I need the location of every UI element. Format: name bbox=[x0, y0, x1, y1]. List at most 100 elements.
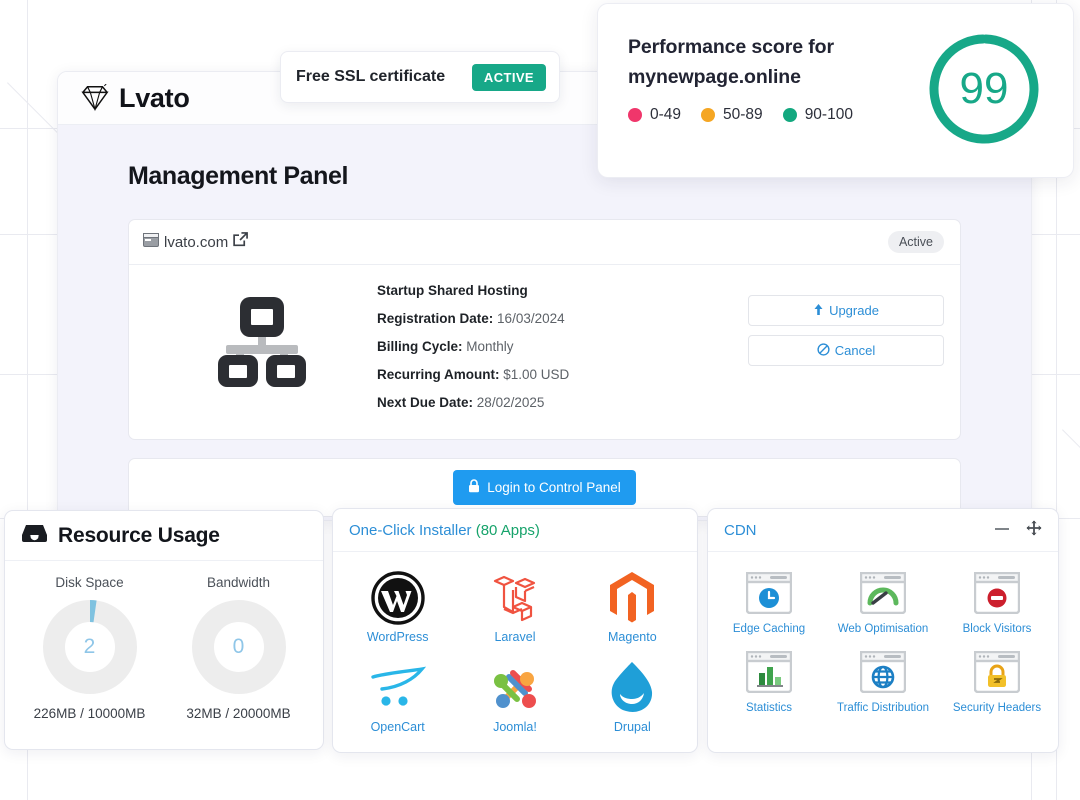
cdn-label: Edge Caching bbox=[732, 623, 806, 635]
inbox-icon bbox=[21, 522, 48, 549]
grid-diagonal bbox=[1062, 429, 1080, 522]
app-label: WordPress bbox=[366, 630, 429, 644]
resource-usage-title: Resource Usage bbox=[58, 523, 220, 547]
legend-item-90-100: 90-100 bbox=[782, 106, 853, 124]
lock-icon bbox=[468, 479, 480, 496]
app-laravel[interactable]: Laravel bbox=[456, 562, 573, 650]
external-link-icon[interactable] bbox=[233, 232, 249, 252]
domain-link[interactable]: lvato.com bbox=[143, 232, 249, 252]
detail-next-due-date: Next Due Date: 28/02/2025 bbox=[377, 395, 748, 410]
arrow-up-icon bbox=[813, 303, 824, 319]
bar-chart-icon bbox=[712, 647, 826, 697]
installer-header: One-Click Installer (80 Apps) bbox=[333, 509, 697, 552]
metric-detail: 32MB / 20000MB bbox=[186, 706, 291, 721]
hosting-actions: Upgrade Cancel bbox=[748, 279, 944, 366]
performance-score-card: Performance score for mynewpage.online 0… bbox=[597, 3, 1074, 178]
app-label: Magento bbox=[608, 630, 657, 644]
cdn-label: Web Optimisation bbox=[837, 623, 929, 635]
legend-label: 50-89 bbox=[723, 106, 763, 124]
app-drupal[interactable]: Drupal bbox=[574, 652, 691, 740]
app-opencart[interactable]: OpenCart bbox=[339, 652, 456, 740]
magento-icon bbox=[574, 570, 691, 626]
installer-title: One-Click Installer bbox=[349, 521, 472, 539]
metric-bandwidth: Bandwidth 0 32MB / 20000MB bbox=[164, 575, 313, 721]
plan-name: Startup Shared Hosting bbox=[377, 283, 528, 298]
cdn-label: Traffic Distribution bbox=[836, 702, 930, 714]
ssl-label: Free SSL certificate bbox=[296, 68, 446, 85]
legend-dot-green bbox=[782, 108, 797, 123]
sitemap-icon bbox=[145, 279, 377, 388]
window-icon bbox=[143, 232, 159, 252]
metric-value: 0 bbox=[232, 635, 245, 658]
performance-title: Performance score for mynewpage.online bbox=[628, 32, 853, 92]
resource-usage-widget: Resource Usage Disk Space 2 226MB / 1000… bbox=[4, 510, 324, 750]
cdn-header-actions bbox=[994, 520, 1042, 541]
detail-value: 28/02/2025 bbox=[476, 395, 545, 410]
detail-value: 16/03/2024 bbox=[497, 311, 565, 326]
cancel-button[interactable]: Cancel bbox=[748, 335, 944, 366]
metric-label: Bandwidth bbox=[206, 575, 271, 590]
metric-disk-space: Disk Space 2 226MB / 10000MB bbox=[15, 575, 164, 721]
app-joomla[interactable]: Joomla! bbox=[456, 652, 573, 740]
app-label: Laravel bbox=[494, 630, 536, 644]
wordpress-icon bbox=[339, 570, 456, 626]
cdn-item-traffic-distribution[interactable]: Traffic Distribution bbox=[826, 643, 940, 718]
legend-item-0-49: 0-49 bbox=[628, 106, 681, 124]
legend-label: 90-100 bbox=[804, 106, 853, 124]
resource-usage-title-row: Resource Usage bbox=[21, 522, 220, 549]
installer-app-count: (80 Apps) bbox=[475, 521, 540, 539]
minimize-icon[interactable] bbox=[994, 521, 1010, 539]
ssl-certificate-card: Free SSL certificate ACTIVE bbox=[280, 51, 560, 103]
lock-shield-icon bbox=[940, 647, 1054, 697]
globe-icon bbox=[826, 647, 940, 697]
detail-recurring-amount: Recurring Amount: $1.00 USD bbox=[377, 367, 748, 382]
opencart-icon bbox=[339, 660, 456, 716]
app-label: Joomla! bbox=[493, 720, 537, 734]
ssl-status-badge: ACTIVE bbox=[471, 63, 546, 91]
gauge-icon bbox=[826, 568, 940, 618]
login-to-control-panel-button[interactable]: Login to Control Panel bbox=[453, 470, 636, 505]
cdn-item-block-visitors[interactable]: Block Visitors bbox=[940, 564, 1054, 639]
cdn-grid: Edge Caching Web Optimisation Block Visi… bbox=[708, 552, 1058, 718]
cdn-item-web-optimisation[interactable]: Web Optimisation bbox=[826, 564, 940, 639]
resource-usage-body: Disk Space 2 226MB / 10000MB Bandwidth 0 bbox=[5, 561, 323, 721]
legend-item-50-89: 50-89 bbox=[701, 106, 763, 124]
detail-label: Registration Date: bbox=[377, 311, 494, 326]
upgrade-label: Upgrade bbox=[829, 303, 879, 318]
app-magento[interactable]: Magento bbox=[574, 562, 691, 650]
domain-name: lvato.com bbox=[164, 233, 229, 251]
cdn-label: Block Visitors bbox=[962, 623, 1032, 635]
performance-legend: 0-49 50-89 90-100 bbox=[628, 106, 853, 124]
metric-detail: 226MB / 10000MB bbox=[33, 706, 146, 721]
legend-label: 0-49 bbox=[650, 106, 682, 124]
cancel-label: Cancel bbox=[834, 343, 876, 358]
status-badge: Active bbox=[887, 231, 944, 253]
detail-label: Next Due Date: bbox=[377, 395, 474, 410]
one-click-installer-widget: One-Click Installer (80 Apps) WordPress bbox=[332, 508, 698, 753]
laravel-icon bbox=[456, 570, 573, 626]
detail-billing-cycle: Billing Cycle: Monthly bbox=[377, 339, 748, 354]
block-icon bbox=[940, 568, 1054, 618]
bandwidth-donut: 0 bbox=[190, 598, 288, 696]
move-icon[interactable] bbox=[1026, 520, 1042, 541]
installer-title-row: One-Click Installer (80 Apps) bbox=[349, 522, 540, 539]
metric-label: Disk Space bbox=[55, 575, 124, 590]
joomla-icon bbox=[456, 660, 573, 716]
detail-label: Recurring Amount: bbox=[377, 367, 500, 382]
cdn-item-edge-caching[interactable]: Edge Caching bbox=[712, 564, 826, 639]
detail-value: $1.00 USD bbox=[503, 367, 570, 382]
upgrade-button[interactable]: Upgrade bbox=[748, 295, 944, 326]
diamond-icon bbox=[80, 83, 110, 112]
window-body: Management Panel lvato.com Active Startu… bbox=[58, 125, 1031, 520]
cdn-item-statistics[interactable]: Statistics bbox=[712, 643, 826, 718]
ban-icon bbox=[817, 342, 830, 359]
detail-label: Billing Cycle: bbox=[377, 339, 463, 354]
cdn-item-security-headers[interactable]: Security Headers bbox=[940, 643, 1054, 718]
performance-score-value: 99 bbox=[959, 64, 1009, 113]
performance-title-line2: mynewpage.online bbox=[628, 66, 801, 89]
hosting-card-body: Startup Shared Hosting Registration Date… bbox=[129, 265, 960, 439]
legend-dot-red bbox=[628, 108, 642, 123]
cdn-title: CDN bbox=[724, 521, 757, 539]
app-wordpress[interactable]: WordPress bbox=[339, 562, 456, 650]
disk-space-donut: 2 bbox=[41, 598, 139, 696]
